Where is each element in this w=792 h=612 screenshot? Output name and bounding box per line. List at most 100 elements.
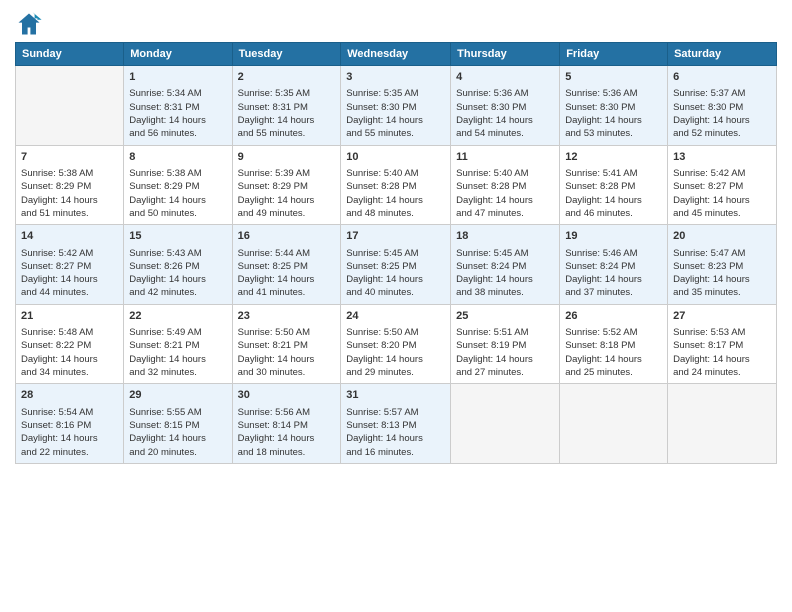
- day-number: 24: [346, 309, 445, 324]
- day-number: 8: [129, 150, 226, 165]
- week-row: 21 Sunrise: 5:48 AM Sunset: 8:22 PM Dayli…: [16, 304, 777, 384]
- header-cell-friday: Friday: [560, 43, 668, 66]
- cell-content: Sunrise: 5:50 AM Sunset: 8:21 PM Dayligh…: [238, 326, 336, 379]
- day-number: 15: [129, 229, 226, 244]
- day-number: 30: [238, 388, 336, 403]
- calendar-cell: 25Sunrise: 5:51 AM Sunset: 8:19 PM Dayli…: [451, 304, 560, 384]
- week-row: 7 Sunrise: 5:38 AM Sunset: 8:29 PM Daylig…: [16, 145, 777, 225]
- day-number: 28: [21, 388, 118, 403]
- header-cell-wednesday: Wednesday: [341, 43, 451, 66]
- calendar-cell: 21 Sunrise: 5:48 AM Sunset: 8:22 PM Dayli…: [16, 304, 124, 384]
- day-number: 14: [21, 229, 118, 244]
- day-number: 23: [238, 309, 336, 324]
- cell-content: Sunrise: 5:44 AM Sunset: 8:25 PM Dayligh…: [238, 247, 336, 300]
- cell-content: Sunrise: 5:37 AM Sunset: 8:30 PM Dayligh…: [673, 87, 771, 140]
- calendar-cell: 3 Sunrise: 5:35 AM Sunset: 8:30 PM Daylig…: [341, 66, 451, 146]
- header-cell-thursday: Thursday: [451, 43, 560, 66]
- cell-content: Sunrise: 5:48 AM Sunset: 8:22 PM Dayligh…: [21, 326, 118, 379]
- day-number: 18: [456, 229, 554, 244]
- calendar-cell: 7Sunrise: 5:38 AM Sunset: 8:29 PM Daylig…: [16, 145, 124, 225]
- calendar-cell: 18 Sunrise: 5:45 AM Sunset: 8:24 PM Dayli…: [451, 225, 560, 305]
- calendar-cell: 28 Sunrise: 5:54 AM Sunset: 8:16 PM Dayli…: [16, 384, 124, 464]
- calendar-cell: 8 Sunrise: 5:38 AM Sunset: 8:29 PM Daylig…: [124, 145, 232, 225]
- day-number: 12: [565, 150, 662, 165]
- calendar-cell: 24 Sunrise: 5:50 AM Sunset: 8:20 PM Dayli…: [341, 304, 451, 384]
- calendar-cell: 14 Sunrise: 5:42 AM Sunset: 8:27 PM Dayli…: [16, 225, 124, 305]
- cell-content: Sunrise: 5:42 AM Sunset: 8:27 PM Dayligh…: [21, 247, 118, 300]
- day-number: 17: [346, 229, 445, 244]
- day-number: 9: [238, 150, 336, 165]
- calendar-cell: 15 Sunrise: 5:43 AM Sunset: 8:26 PM Dayli…: [124, 225, 232, 305]
- day-number: 22: [129, 309, 226, 324]
- cell-content: Sunrise: 5:40 AM Sunset: 8:28 PM Dayligh…: [346, 167, 445, 220]
- calendar-cell: 11 Sunrise: 5:40 AM Sunset: 8:28 PM Dayli…: [451, 145, 560, 225]
- header: [15, 10, 777, 38]
- day-number: 4: [456, 70, 554, 85]
- cell-content: Sunrise: 5:42 AM Sunset: 8:27 PM Dayligh…: [673, 167, 771, 220]
- day-number: 11: [456, 150, 554, 165]
- calendar-cell: 26 Sunrise: 5:52 AM Sunset: 8:18 PM Dayli…: [560, 304, 668, 384]
- day-number: 21: [21, 309, 118, 324]
- header-row: SundayMondayTuesdayWednesdayThursdayFrid…: [16, 43, 777, 66]
- calendar-cell: 30Sunrise: 5:56 AM Sunset: 8:14 PM Dayli…: [232, 384, 341, 464]
- cell-content: Sunrise: 5:46 AM Sunset: 8:24 PM Dayligh…: [565, 247, 662, 300]
- calendar-cell: 17 Sunrise: 5:45 AM Sunset: 8:25 PM Dayli…: [341, 225, 451, 305]
- day-number: 5: [565, 70, 662, 85]
- cell-content: Sunrise: 5:41 AM Sunset: 8:28 PM Dayligh…: [565, 167, 662, 220]
- cell-content: Sunrise: 5:50 AM Sunset: 8:20 PM Dayligh…: [346, 326, 445, 379]
- calendar-body: 1Sunrise: 5:34 AM Sunset: 8:31 PM Daylig…: [16, 66, 777, 464]
- calendar-cell: 23 Sunrise: 5:50 AM Sunset: 8:21 PM Dayli…: [232, 304, 341, 384]
- day-number: 16: [238, 229, 336, 244]
- day-number: 13: [673, 150, 771, 165]
- day-number: 19: [565, 229, 662, 244]
- cell-content: Sunrise: 5:54 AM Sunset: 8:16 PM Dayligh…: [21, 406, 118, 459]
- cell-content: Sunrise: 5:38 AM Sunset: 8:29 PM Dayligh…: [129, 167, 226, 220]
- calendar-cell: 20 Sunrise: 5:47 AM Sunset: 8:23 PM Dayli…: [668, 225, 777, 305]
- calendar-cell: 9 Sunrise: 5:39 AM Sunset: 8:29 PM Daylig…: [232, 145, 341, 225]
- calendar-header: SundayMondayTuesdayWednesdayThursdayFrid…: [16, 43, 777, 66]
- calendar-cell: 4 Sunrise: 5:36 AM Sunset: 8:30 PM Daylig…: [451, 66, 560, 146]
- day-number: 20: [673, 229, 771, 244]
- calendar-cell: [16, 66, 124, 146]
- day-number: 1: [129, 70, 226, 85]
- calendar-cell: [451, 384, 560, 464]
- header-cell-saturday: Saturday: [668, 43, 777, 66]
- cell-content: Sunrise: 5:49 AM Sunset: 8:21 PM Dayligh…: [129, 326, 226, 379]
- logo-icon: [15, 10, 43, 38]
- week-row: 14 Sunrise: 5:42 AM Sunset: 8:27 PM Dayli…: [16, 225, 777, 305]
- calendar-cell: 5 Sunrise: 5:36 AM Sunset: 8:30 PM Daylig…: [560, 66, 668, 146]
- calendar-cell: 27Sunrise: 5:53 AM Sunset: 8:17 PM Dayli…: [668, 304, 777, 384]
- cell-content: Sunrise: 5:39 AM Sunset: 8:29 PM Dayligh…: [238, 167, 336, 220]
- cell-content: Sunrise: 5:52 AM Sunset: 8:18 PM Dayligh…: [565, 326, 662, 379]
- header-cell-sunday: Sunday: [16, 43, 124, 66]
- week-row: 28 Sunrise: 5:54 AM Sunset: 8:16 PM Dayli…: [16, 384, 777, 464]
- day-number: 6: [673, 70, 771, 85]
- calendar-cell: 31 Sunrise: 5:57 AM Sunset: 8:13 PM Dayli…: [341, 384, 451, 464]
- cell-content: Sunrise: 5:36 AM Sunset: 8:30 PM Dayligh…: [456, 87, 554, 140]
- logo: [15, 10, 47, 38]
- day-number: 26: [565, 309, 662, 324]
- calendar-cell: 10 Sunrise: 5:40 AM Sunset: 8:28 PM Dayli…: [341, 145, 451, 225]
- day-number: 25: [456, 309, 554, 324]
- day-number: 7: [21, 150, 118, 165]
- calendar-cell: [668, 384, 777, 464]
- cell-content: Sunrise: 5:57 AM Sunset: 8:13 PM Dayligh…: [346, 406, 445, 459]
- cell-content: Sunrise: 5:36 AM Sunset: 8:30 PM Dayligh…: [565, 87, 662, 140]
- header-cell-tuesday: Tuesday: [232, 43, 341, 66]
- cell-content: Sunrise: 5:40 AM Sunset: 8:28 PM Dayligh…: [456, 167, 554, 220]
- day-number: 2: [238, 70, 336, 85]
- calendar-cell: 16 Sunrise: 5:44 AM Sunset: 8:25 PM Dayli…: [232, 225, 341, 305]
- cell-content: Sunrise: 5:45 AM Sunset: 8:24 PM Dayligh…: [456, 247, 554, 300]
- cell-content: Sunrise: 5:47 AM Sunset: 8:23 PM Dayligh…: [673, 247, 771, 300]
- day-number: 10: [346, 150, 445, 165]
- cell-content: Sunrise: 5:43 AM Sunset: 8:26 PM Dayligh…: [129, 247, 226, 300]
- calendar-cell: [560, 384, 668, 464]
- day-number: 31: [346, 388, 445, 403]
- cell-content: Sunrise: 5:45 AM Sunset: 8:25 PM Dayligh…: [346, 247, 445, 300]
- cell-content: Sunrise: 5:35 AM Sunset: 8:30 PM Dayligh…: [346, 87, 445, 140]
- cell-content: Sunrise: 5:35 AM Sunset: 8:31 PM Dayligh…: [238, 87, 336, 140]
- calendar-table: SundayMondayTuesdayWednesdayThursdayFrid…: [15, 42, 777, 464]
- calendar-cell: 19 Sunrise: 5:46 AM Sunset: 8:24 PM Dayli…: [560, 225, 668, 305]
- calendar-cell: 29Sunrise: 5:55 AM Sunset: 8:15 PM Dayli…: [124, 384, 232, 464]
- day-number: 3: [346, 70, 445, 85]
